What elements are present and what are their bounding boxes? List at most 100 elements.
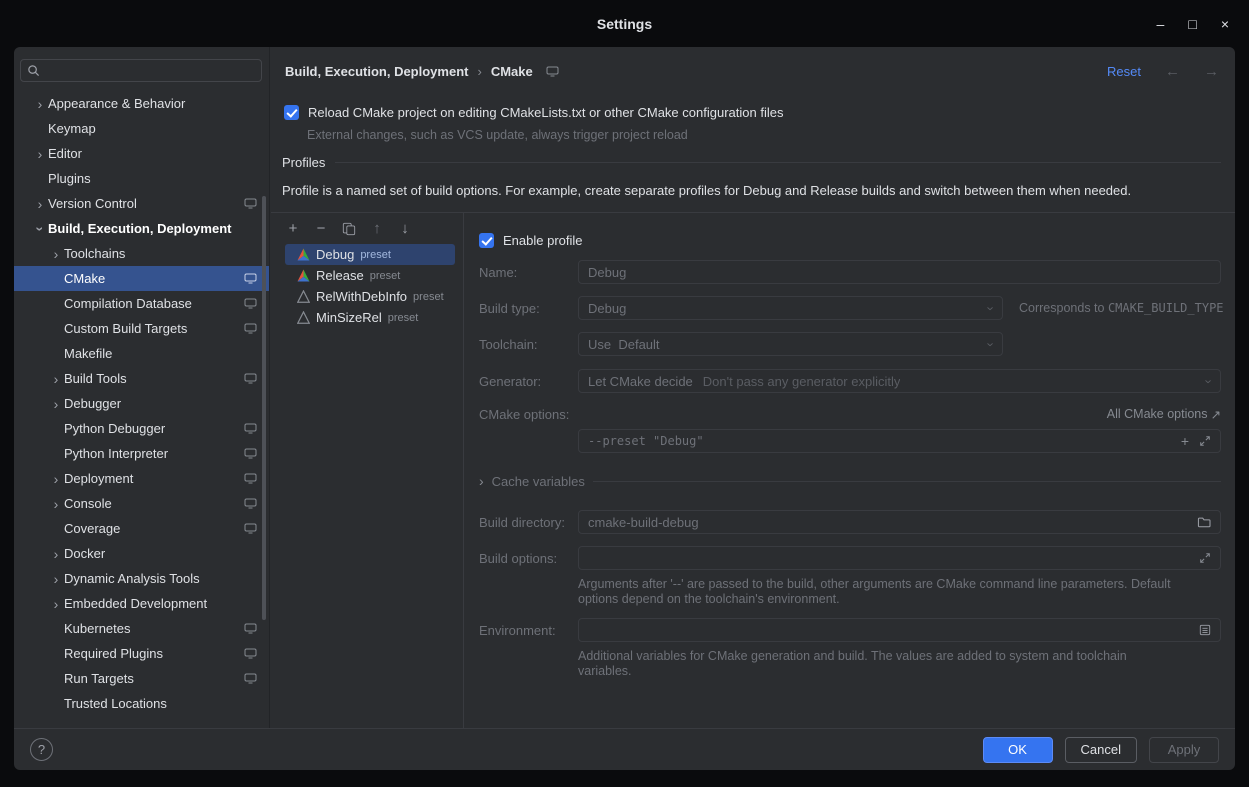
sidebar-item-label: Version Control — [48, 196, 137, 211]
build-directory-field[interactable]: cmake-build-debug — [578, 510, 1221, 534]
sidebar-item-appearance-behavior[interactable]: ›Appearance & Behavior — [14, 91, 269, 116]
name-row: Name: Debug — [479, 260, 1221, 284]
chevron-right-icon: › — [48, 396, 64, 412]
profile-list-item-relwithdebinfo[interactable]: RelWithDebInfo preset — [285, 286, 455, 307]
chevron-down-icon: › — [989, 337, 993, 352]
generator-select[interactable]: Let CMake decide Don't pass any generato… — [578, 369, 1221, 393]
sidebar-item-label: Keymap — [48, 121, 96, 136]
sidebar-item-coverage[interactable]: Coverage — [14, 516, 269, 541]
toolchain-select[interactable]: Use Default › — [578, 332, 1003, 356]
sidebar-item-dynamic-analysis-tools[interactable]: ›Dynamic Analysis Tools — [14, 566, 269, 591]
sidebar-item-debugger[interactable]: ›Debugger — [14, 391, 269, 416]
breadcrumb-segment[interactable]: CMake — [491, 64, 533, 79]
profile-name: RelWithDebInfo — [316, 289, 407, 304]
build-directory-row: Build directory: cmake-build-debug — [479, 510, 1221, 534]
sidebar-item-editor[interactable]: ›Editor — [14, 141, 269, 166]
sidebar-item-kubernetes[interactable]: Kubernetes — [14, 616, 269, 641]
sidebar-item-python-debugger[interactable]: Python Debugger — [14, 416, 269, 441]
sidebar-item-label: Debugger — [64, 396, 121, 411]
chevron-right-icon: › — [32, 146, 48, 162]
add-option-icon[interactable]: + — [1181, 433, 1189, 449]
sidebar-item-toolchains[interactable]: ›Toolchains — [14, 241, 269, 266]
build-type-select[interactable]: Debug › — [578, 296, 1003, 320]
sidebar-item-label: Build, Execution, Deployment — [48, 221, 231, 236]
environment-field[interactable] — [578, 618, 1221, 642]
expand-icon[interactable] — [1199, 435, 1211, 447]
apply-button[interactable]: Apply — [1149, 737, 1219, 763]
sidebar-scrollbar[interactable] — [262, 196, 266, 620]
monitor-icon — [244, 623, 257, 634]
search-input[interactable] — [45, 63, 255, 78]
sidebar-item-build-tools[interactable]: ›Build Tools — [14, 366, 269, 391]
sidebar-item-label: Dynamic Analysis Tools — [64, 571, 200, 586]
sidebar-item-embedded-development[interactable]: ›Embedded Development — [14, 591, 269, 616]
sidebar-item-build-execution-deployment[interactable]: ›Build, Execution, Deployment — [14, 216, 269, 241]
maximize-icon[interactable]: □ — [1188, 16, 1196, 32]
build-directory-label: Build directory: — [479, 515, 578, 530]
dialog-footer: ? OK Cancel Apply — [14, 728, 1235, 770]
sidebar-item-plugins[interactable]: Plugins — [14, 166, 269, 191]
cache-variables-section[interactable]: › Cache variables — [479, 473, 1221, 489]
remove-profile-button[interactable]: − — [313, 221, 329, 237]
sidebar-item-trusted-locations[interactable]: Trusted Locations — [14, 691, 269, 716]
sidebar-item-cmake[interactable]: CMake — [14, 266, 269, 291]
sidebar-item-label: Docker — [64, 546, 105, 561]
enable-profile-checkbox[interactable] — [479, 233, 494, 248]
sidebar-item-label: Editor — [48, 146, 82, 161]
footer-buttons: OK Cancel Apply — [983, 737, 1219, 763]
monitor-icon — [244, 648, 257, 659]
build-options-field[interactable] — [578, 546, 1221, 570]
environment-label: Environment: — [479, 623, 578, 638]
profiles-panel: + − ↑ ↓ Debug preset Release pres — [271, 212, 1235, 728]
close-icon[interactable]: × — [1221, 16, 1229, 32]
sidebar-item-custom-build-targets[interactable]: Custom Build Targets — [14, 316, 269, 341]
profile-list-item-debug[interactable]: Debug preset — [285, 244, 455, 265]
sidebar-item-label: Python Debugger — [64, 421, 165, 436]
breadcrumb-separator-icon: › — [477, 64, 481, 79]
breadcrumb-segment[interactable]: Build, Execution, Deployment — [285, 64, 468, 79]
back-icon[interactable]: ← — [1165, 63, 1180, 80]
sidebar-item-run-targets[interactable]: Run Targets — [14, 666, 269, 691]
add-profile-button[interactable]: + — [285, 221, 301, 237]
copy-profile-button[interactable] — [341, 221, 357, 237]
sidebar-item-deployment[interactable]: ›Deployment — [14, 466, 269, 491]
cmake-options-field[interactable]: --preset "Debug" + — [578, 429, 1221, 453]
chevron-right-icon: › — [32, 96, 48, 112]
chevron-down-icon: › — [32, 221, 48, 237]
move-down-button[interactable]: ↓ — [397, 221, 413, 237]
sidebar-item-docker[interactable]: ›Docker — [14, 541, 269, 566]
name-field[interactable]: Debug — [578, 260, 1221, 284]
expand-icon[interactable] — [1199, 552, 1211, 564]
sidebar-item-keymap[interactable]: Keymap — [14, 116, 269, 141]
preset-tag: preset — [413, 291, 444, 303]
sidebar-item-makefile[interactable]: Makefile — [14, 341, 269, 366]
cancel-button[interactable]: Cancel — [1065, 737, 1137, 763]
reload-cmake-checkbox[interactable] — [284, 105, 299, 120]
folder-icon[interactable] — [1197, 516, 1211, 528]
monitor-icon — [244, 198, 257, 209]
chevron-right-icon: › — [48, 496, 64, 512]
sidebar-item-label: Console — [64, 496, 112, 511]
sidebar-item-label: Python Interpreter — [64, 446, 168, 461]
settings-search-box[interactable] — [20, 59, 262, 82]
move-up-button[interactable]: ↑ — [369, 221, 385, 237]
minimize-icon[interactable]: – — [1157, 16, 1165, 32]
monitor-icon — [244, 523, 257, 534]
monitor-icon — [244, 323, 257, 334]
forward-icon[interactable]: → — [1204, 63, 1219, 80]
sidebar-item-label: Appearance & Behavior — [48, 96, 185, 111]
sidebar-item-console[interactable]: ›Console — [14, 491, 269, 516]
sidebar-item-version-control[interactable]: ›Version Control — [14, 191, 269, 216]
variables-list-icon[interactable] — [1199, 624, 1211, 636]
all-cmake-options-link[interactable]: All CMake options↗ — [1107, 407, 1221, 422]
cmake-options-header: CMake options: All CMake options↗ — [479, 406, 1221, 422]
monitor-icon — [244, 673, 257, 684]
ok-button[interactable]: OK — [983, 737, 1053, 763]
sidebar-item-compilation-database[interactable]: Compilation Database — [14, 291, 269, 316]
profile-list-item-minsizerel[interactable]: MinSizeRel preset — [285, 307, 455, 328]
reset-link[interactable]: Reset — [1107, 64, 1141, 79]
sidebar-item-required-plugins[interactable]: Required Plugins — [14, 641, 269, 666]
help-button[interactable]: ? — [30, 738, 53, 761]
profile-list-item-release[interactable]: Release preset — [285, 265, 455, 286]
sidebar-item-python-interpreter[interactable]: Python Interpreter — [14, 441, 269, 466]
